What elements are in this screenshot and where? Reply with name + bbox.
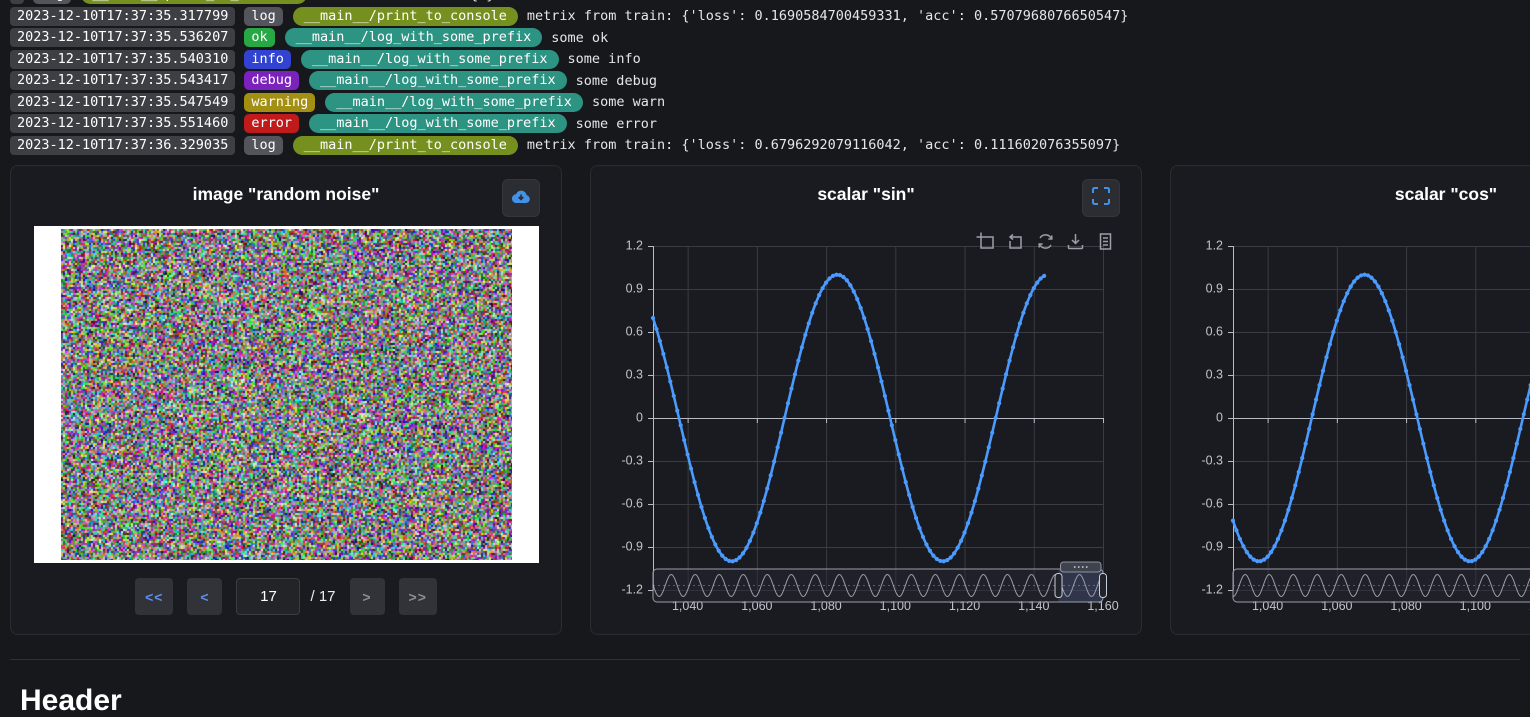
log-message: some ok xyxy=(551,30,608,46)
log-timestamp: 2023-12-10T17:37:35.547549 xyxy=(10,93,235,112)
scalar-sin-card: scalar "sin" xyxy=(590,165,1142,635)
prev-page-button[interactable]: < xyxy=(187,578,222,615)
log-message: metrix from train: {'loss': 0.6796292079… xyxy=(527,137,1120,153)
zoom-reset-icon[interactable] xyxy=(1006,232,1025,251)
log-module-badge: __main__/print_to_console xyxy=(293,136,518,155)
restore-icon[interactable] xyxy=(1036,232,1055,251)
log-module-badge: __main__/log_with_some_prefix xyxy=(301,50,559,69)
log-message: some error xyxy=(576,116,657,132)
log-console: log __main__/print_to_console metrix fro… xyxy=(10,0,1128,156)
cos-chart-canvas[interactable] xyxy=(1171,226,1530,626)
image-card: image "random noise" << < / 17 > >> xyxy=(10,165,562,635)
log-level-badge: ok xyxy=(244,28,274,47)
log-row: 2023-12-10T17:37:35.317799 log __main__/… xyxy=(10,6,1128,28)
sin-expand-button[interactable] xyxy=(1082,179,1120,217)
log-level-badge: debug xyxy=(244,71,299,90)
next-page-button[interactable]: > xyxy=(350,578,385,615)
log-row: 2023-12-10T17:37:35.547549 warning __mai… xyxy=(10,92,1128,114)
log-module-badge: __main__/log_with_some_prefix xyxy=(285,28,543,47)
log-message: metrix from train: {…} xyxy=(316,0,495,3)
log-level-badge: log xyxy=(244,136,282,155)
image-figure xyxy=(34,226,539,563)
log-message: some debug xyxy=(576,73,657,89)
log-module-badge: __main__/print_to_console xyxy=(81,0,306,4)
data-view-icon[interactable] xyxy=(1096,232,1115,251)
cloud-download-icon xyxy=(510,187,532,210)
log-timestamp xyxy=(10,0,24,4)
log-timestamp: 2023-12-10T17:37:35.536207 xyxy=(10,28,235,47)
log-timestamp: 2023-12-10T17:37:35.551460 xyxy=(10,114,235,133)
log-message: some info xyxy=(568,51,641,67)
save-image-icon[interactable] xyxy=(1066,232,1085,251)
first-page-button[interactable]: << xyxy=(135,578,173,615)
log-row: 2023-12-10T17:37:35.543417 debug __main_… xyxy=(10,70,1128,92)
log-module-badge: __main__/log_with_some_prefix xyxy=(325,93,583,112)
page-total-label: / 17 xyxy=(310,588,335,605)
log-timestamp: 2023-12-10T17:37:36.329035 xyxy=(10,136,235,155)
last-page-button[interactable]: >> xyxy=(399,578,437,615)
chart-toolbox xyxy=(976,232,1115,251)
scalar-cos-card: scalar "cos" xyxy=(1170,165,1530,635)
image-card-title: image "random noise" xyxy=(11,166,561,222)
log-timestamp: 2023-12-10T17:37:35.543417 xyxy=(10,71,235,90)
log-row: 2023-12-10T17:37:36.329035 log __main__/… xyxy=(10,135,1128,157)
page-number-input[interactable] xyxy=(236,578,300,615)
random-noise-image xyxy=(61,229,512,560)
log-level-badge: log xyxy=(33,0,71,4)
section-heading: Header xyxy=(20,686,122,716)
log-level-badge: warning xyxy=(244,93,315,112)
log-module-badge: __main__/log_with_some_prefix xyxy=(309,71,567,90)
expand-icon xyxy=(1092,187,1110,210)
log-level-badge: info xyxy=(244,50,291,69)
log-level-badge: log xyxy=(244,7,282,26)
log-row: 2023-12-10T17:37:35.540310 info __main__… xyxy=(10,49,1128,71)
log-timestamp: 2023-12-10T17:37:35.317799 xyxy=(10,7,235,26)
image-download-button[interactable] xyxy=(502,179,540,217)
widgets-row: image "random noise" << < / 17 > >> scal… xyxy=(10,165,1530,635)
log-message: metrix from train: {'loss': 0.1690584700… xyxy=(527,8,1128,24)
log-row: 2023-12-10T17:37:35.551460 error __main_… xyxy=(10,113,1128,135)
sin-card-title: scalar "sin" xyxy=(591,166,1141,222)
log-module-badge: __main__/print_to_console xyxy=(293,7,518,26)
log-timestamp: 2023-12-10T17:37:35.540310 xyxy=(10,50,235,69)
log-module-badge: __main__/log_with_some_prefix xyxy=(309,114,567,133)
log-message: some warn xyxy=(592,94,665,110)
image-pagination: << < / 17 > >> xyxy=(11,578,561,615)
section-divider xyxy=(10,659,1520,660)
log-level-badge: error xyxy=(244,114,299,133)
cos-card-title: scalar "cos" xyxy=(1171,166,1530,222)
sin-chart-canvas[interactable] xyxy=(591,226,1143,626)
log-row: 2023-12-10T17:37:35.536207 ok __main__/l… xyxy=(10,27,1128,49)
zoom-select-icon[interactable] xyxy=(976,232,995,251)
